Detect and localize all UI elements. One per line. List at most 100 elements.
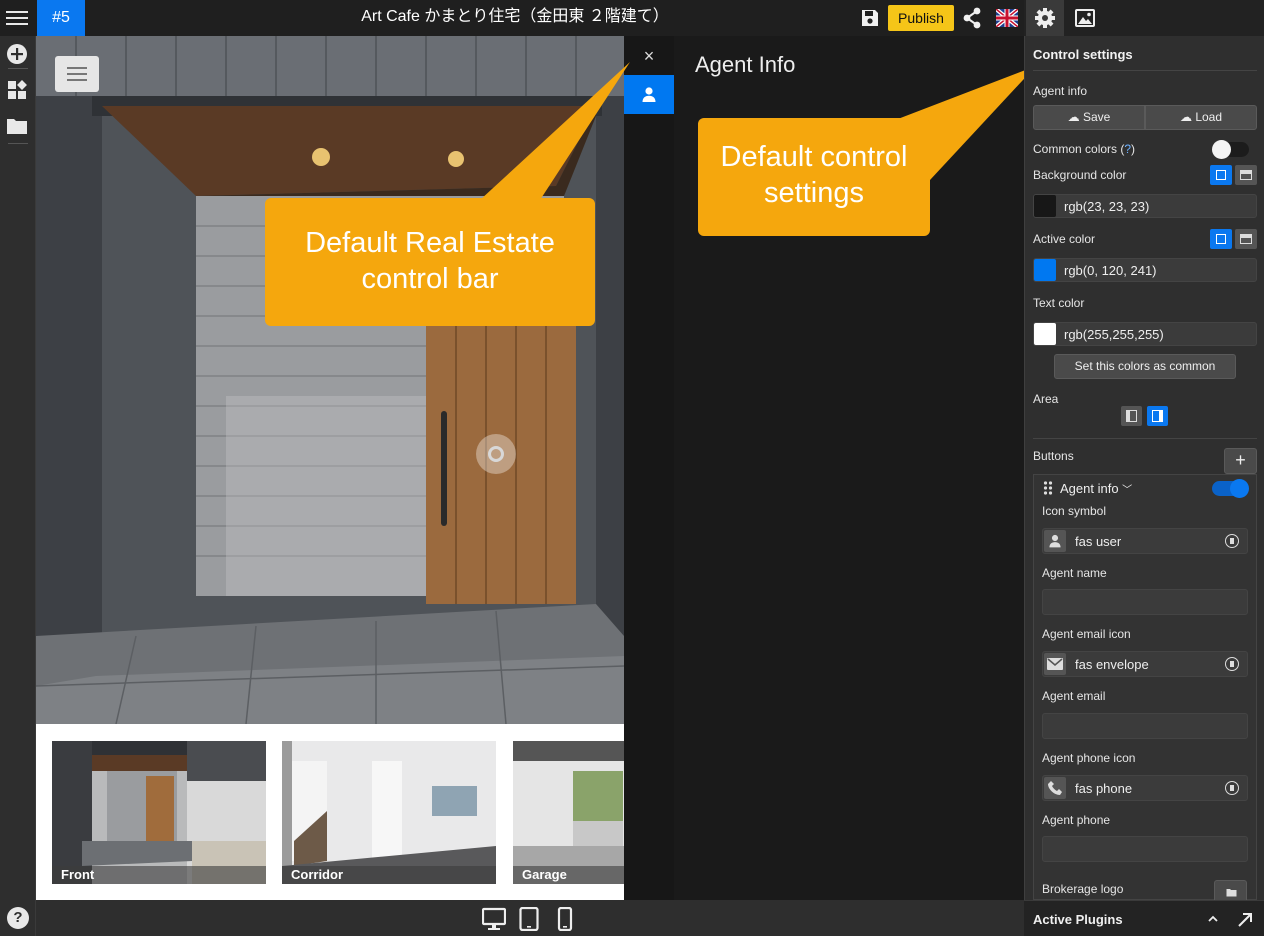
- agent-phone-icon-value: fas phone: [1075, 781, 1133, 796]
- save-label: Save: [1082, 110, 1111, 124]
- agent-name-input[interactable]: [1042, 589, 1248, 615]
- callout-line: Default Real Estate: [305, 227, 555, 259]
- agent-phone-input[interactable]: [1042, 836, 1248, 862]
- close-icon[interactable]: ×: [640, 44, 658, 68]
- chevron-down-icon: ﹀: [1122, 485, 1133, 496]
- agent-email-icon-field[interactable]: fas envelope: [1042, 651, 1248, 677]
- share-icon[interactable]: [962, 7, 982, 29]
- text-color-swatch[interactable]: [1034, 323, 1056, 345]
- agent-email-label: Agent email: [1042, 689, 1106, 703]
- text-color-field[interactable]: rgb(255,255,255): [1033, 322, 1257, 346]
- callout-line: Default control: [720, 141, 908, 173]
- thumbnail-label: Front: [52, 866, 266, 884]
- thumbnail-image: [282, 741, 496, 884]
- common-colors-text: Common colors (: [1033, 142, 1125, 156]
- publish-button[interactable]: Publish: [888, 5, 954, 31]
- brokerage-logo-label: Brokerage logo: [1042, 882, 1124, 896]
- callout-line: control bar: [361, 263, 499, 295]
- chevron-up-icon[interactable]: [1207, 914, 1219, 924]
- area-left-button[interactable]: [1121, 406, 1142, 426]
- thumbnail-corridor[interactable]: Corridor: [282, 741, 496, 884]
- brokerage-logo-folder-button[interactable]: [1214, 880, 1247, 900]
- button-item-title[interactable]: Agent info ﹀: [1060, 481, 1132, 496]
- thumbnail-garage[interactable]: Garage: [513, 741, 624, 884]
- icon-symbol-label: Icon symbol: [1042, 504, 1107, 518]
- toolbar-divider: [8, 143, 28, 144]
- hotspot-icon[interactable]: [476, 434, 516, 474]
- save-icon[interactable]: [860, 8, 880, 28]
- save-settings-button[interactable]: ☁ Save: [1033, 105, 1145, 130]
- project-number-tab[interactable]: #5: [37, 0, 85, 36]
- viewer-menu-button[interactable]: [55, 56, 99, 92]
- active-color-swatch[interactable]: [1034, 259, 1056, 281]
- folder-icon[interactable]: [6, 115, 28, 137]
- divider: [1033, 70, 1257, 71]
- load-label: Load: [1195, 110, 1223, 124]
- agent-email-input[interactable]: [1042, 713, 1248, 739]
- button-item-toggle[interactable]: [1212, 479, 1249, 498]
- agent-phone-icon-field[interactable]: fas phone: [1042, 775, 1248, 801]
- phone-icon: [1044, 777, 1066, 799]
- thumbnail-label: Corridor: [282, 866, 496, 884]
- divider: [1033, 438, 1257, 439]
- menu-icon[interactable]: [6, 8, 28, 28]
- trash-icon[interactable]: [1225, 657, 1239, 671]
- mobile-icon[interactable]: [557, 907, 573, 931]
- background-color-label: Background color: [1033, 168, 1127, 182]
- agent-email-icon-label: Agent email icon: [1042, 627, 1131, 641]
- thumbnail-image: [52, 741, 266, 884]
- callout-pointer: [480, 62, 630, 200]
- icon-symbol-field[interactable]: fas user: [1042, 528, 1248, 554]
- image-icon[interactable]: [1075, 9, 1095, 27]
- common-colors-toggle[interactable]: [1212, 140, 1249, 159]
- drag-handle-icon[interactable]: [1043, 481, 1053, 495]
- background-color-field[interactable]: rgb(23, 23, 23): [1033, 194, 1257, 218]
- toggle-knob: [1230, 479, 1249, 498]
- trash-icon[interactable]: [1225, 781, 1239, 795]
- area-right-button[interactable]: [1147, 406, 1168, 426]
- thumbnail-strip: Front Corridor Garage: [36, 724, 624, 900]
- project-title: Art Cafe かまとり住宅（金田東 ２階建て）: [361, 8, 669, 25]
- user-icon: [1044, 530, 1066, 552]
- gear-icon: [1035, 8, 1055, 28]
- callout-control-settings: Default control settings: [698, 118, 930, 236]
- desktop-icon[interactable]: [482, 907, 506, 931]
- active-color-label: Active color: [1033, 232, 1096, 246]
- add-button[interactable]: +: [1224, 448, 1257, 474]
- agent-phone-label: Agent phone: [1042, 813, 1111, 827]
- load-settings-button[interactable]: ☁ Load: [1145, 105, 1257, 130]
- thumbnail-front[interactable]: Front: [52, 741, 266, 884]
- tab-settings[interactable]: [1026, 0, 1064, 36]
- agent-panel-title: Agent Info: [695, 52, 796, 77]
- button-item-name: Agent info: [1060, 481, 1119, 496]
- agent-phone-icon-label: Agent phone icon: [1042, 751, 1136, 765]
- trash-icon[interactable]: [1225, 534, 1239, 548]
- mode-gradient-button[interactable]: [1235, 165, 1257, 185]
- active-color-field[interactable]: rgb(0, 120, 241): [1033, 258, 1257, 282]
- widgets-icon[interactable]: [6, 79, 28, 101]
- tablet-icon[interactable]: [519, 907, 539, 931]
- envelope-icon: [1044, 653, 1066, 675]
- help-icon[interactable]: ?: [7, 907, 29, 929]
- thumbnail-label: Garage: [513, 866, 624, 884]
- buttons-label: Buttons: [1033, 449, 1074, 463]
- left-toolbar: [0, 36, 36, 936]
- active-plugins-bar[interactable]: Active Plugins: [1024, 900, 1264, 936]
- callout-line: settings: [764, 177, 864, 209]
- toolbar-divider: [8, 68, 28, 69]
- mode-solid-button[interactable]: [1210, 229, 1232, 249]
- panel-heading: Control settings: [1033, 47, 1133, 62]
- expand-arrow-icon[interactable]: [1237, 912, 1253, 928]
- common-colors-label: Common colors (?): [1033, 142, 1135, 156]
- active-plugins-label: Active Plugins: [1033, 912, 1123, 927]
- set-common-colors-button[interactable]: Set this colors as common: [1054, 354, 1236, 379]
- plus-circle-icon[interactable]: [6, 43, 28, 65]
- mode-solid-button[interactable]: [1210, 165, 1232, 185]
- mode-gradient-button[interactable]: [1235, 229, 1257, 249]
- background-color-swatch[interactable]: [1034, 195, 1056, 217]
- uk-flag-icon[interactable]: [996, 9, 1018, 27]
- text-color-label: Text color: [1033, 296, 1085, 310]
- area-label: Area: [1033, 392, 1059, 406]
- agent-info-label: Agent info: [1033, 84, 1088, 98]
- cloud-upload-icon: ☁: [1067, 110, 1080, 124]
